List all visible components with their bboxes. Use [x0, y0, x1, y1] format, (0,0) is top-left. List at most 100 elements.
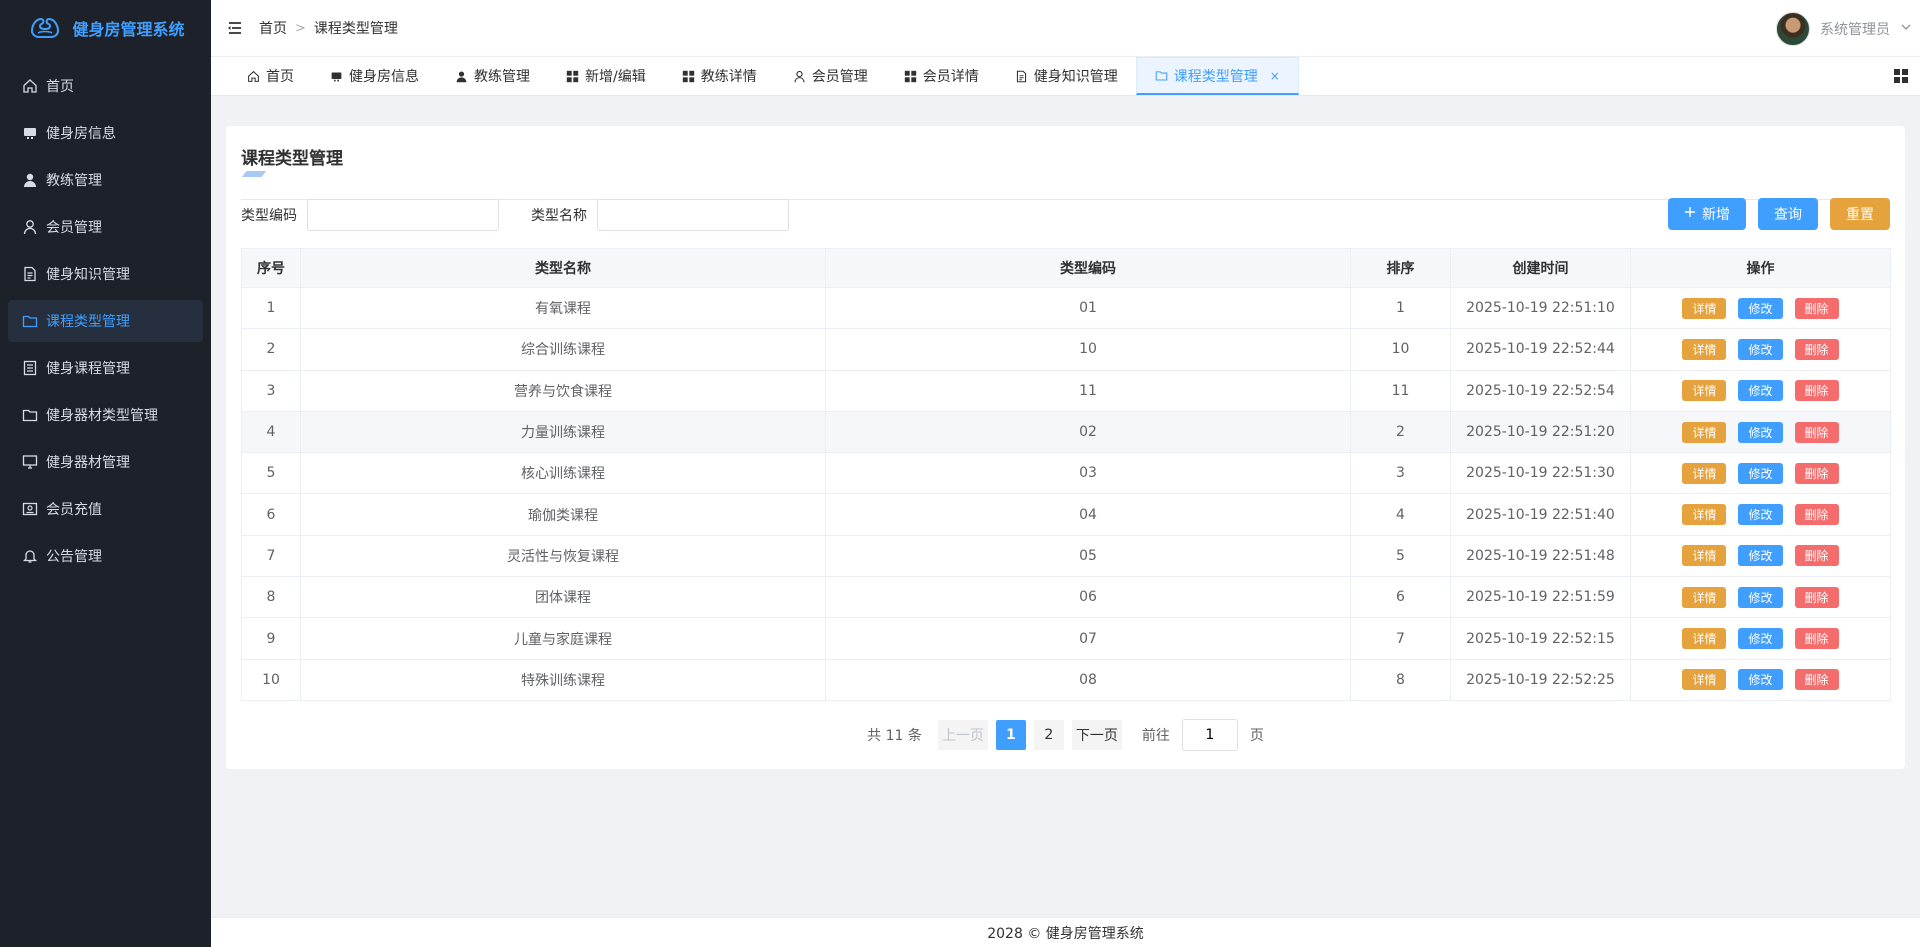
delete-button[interactable]: 删除	[1794, 421, 1839, 443]
grid-icon	[682, 70, 695, 83]
sidebar: 健身房管理系统 首页健身房信息教练管理会员管理健身知识管理 课程类型管理 健身课程管…	[0, 0, 211, 947]
table-row: 2 综合训练课程 10 10 2025-10-19 22:52:44 详情 修改 删除	[241, 328, 1891, 371]
delete-button[interactable]: 删除	[1794, 545, 1839, 567]
page-button-1[interactable]: 1	[995, 720, 1026, 750]
edit-button[interactable]: 修改	[1738, 545, 1783, 567]
tab-label: 健身知识管理	[1033, 69, 1118, 85]
page-button-2[interactable]: 2	[1033, 720, 1064, 750]
detail-button[interactable]: 详情	[1682, 421, 1727, 443]
user-name[interactable]: 系统管理员	[1820, 19, 1890, 39]
delete-button[interactable]: 删除	[1794, 297, 1839, 319]
user-menu[interactable]: 系统管理员	[1776, 12, 1912, 46]
tab-label: 健身房信息	[349, 69, 419, 85]
cell-sort: 4	[1350, 493, 1451, 536]
tab-9[interactable]: 课程类型管理 ×	[1135, 57, 1299, 95]
detail-button[interactable]: 详情	[1682, 504, 1727, 526]
cell-created: 2025-10-19 22:52:54	[1450, 369, 1631, 412]
detail-button[interactable]: 详情	[1682, 545, 1727, 567]
type-code-input[interactable]	[307, 199, 499, 231]
chevron-down-icon[interactable]	[1900, 21, 1912, 37]
tab-label: 教练详情	[700, 69, 757, 85]
sidebar-item-7[interactable]: 健身课程管理	[8, 347, 203, 389]
breadcrumb-home[interactable]: 首页	[259, 18, 287, 38]
tab-2[interactable]: 健身房信息	[312, 57, 437, 95]
sidebar-item-1[interactable]: 首页	[8, 65, 203, 107]
title-underline-decoration	[233, 171, 285, 177]
top-header: 首页 > 课程类型管理 系统管理员	[211, 0, 1920, 57]
tab-3[interactable]: 教练管理	[437, 57, 548, 95]
sidebar-item-3[interactable]: 教练管理	[8, 159, 203, 201]
type-name-input[interactable]	[597, 199, 789, 231]
table-row: 4 力量训练课程 02 2 2025-10-19 22:51:20 详情 修改 删除	[241, 410, 1891, 454]
detail-button[interactable]: 详情	[1682, 586, 1727, 608]
edit-button[interactable]: 修改	[1738, 338, 1783, 360]
sidebar-item-9[interactable]: 健身器材管理	[8, 441, 203, 483]
table-row: 10 特殊训练课程 08 8 2025-10-19 22:52:25 详情 修改 删除	[241, 658, 1891, 701]
pagination: 共 11 条 上一页 1 2 下一页 前往 页	[226, 719, 1905, 751]
delete-button[interactable]: 删除	[1794, 462, 1839, 484]
edit-button[interactable]: 修改	[1738, 421, 1783, 443]
goto-page-input[interactable]	[1181, 719, 1238, 751]
reset-button[interactable]: 重置	[1830, 198, 1890, 230]
edit-button[interactable]: 修改	[1738, 462, 1783, 484]
cell-name: 核心训练课程	[300, 452, 826, 495]
tab-label: 教练管理	[474, 69, 530, 85]
tab-8[interactable]: 健身知识管理	[997, 57, 1136, 95]
cell-name: 瑜伽类课程	[300, 493, 826, 536]
table-row: 3 营养与饮食课程 11 11 2025-10-19 22:52:54 详情 修改 删除	[241, 369, 1891, 412]
collapse-menu-icon[interactable]	[227, 19, 245, 37]
table-row: 7 灵活性与恢复课程 05 5 2025-10-19 22:51:48 详情 修改 删除	[241, 534, 1891, 578]
folder-icon	[22, 407, 38, 423]
delete-button[interactable]: 删除	[1794, 628, 1839, 650]
cell-index: 2	[241, 328, 301, 371]
cell-name: 团体课程	[300, 576, 826, 619]
type-code-label: 类型编码	[241, 208, 297, 224]
detail-button[interactable]: 详情	[1682, 628, 1727, 650]
detail-button[interactable]: 详情	[1682, 380, 1727, 402]
avatar[interactable]	[1776, 12, 1810, 46]
edit-button[interactable]: 修改	[1738, 380, 1783, 402]
cell-index: 10	[241, 658, 301, 701]
edit-button[interactable]: 修改	[1738, 586, 1783, 608]
edit-button[interactable]: 修改	[1738, 504, 1783, 526]
next-page-button[interactable]: 下一页	[1071, 720, 1122, 750]
tab-6[interactable]: 会员管理	[775, 57, 886, 95]
close-tab-icon[interactable]: ×	[1270, 69, 1280, 83]
sidebar-item-5[interactable]: 健身知识管理	[8, 253, 203, 295]
edit-button[interactable]: 修改	[1738, 669, 1783, 691]
sidebar-item-6[interactable]: 课程类型管理	[8, 300, 203, 342]
delete-button[interactable]: 删除	[1794, 338, 1839, 360]
brand: 健身房管理系统	[0, 0, 211, 56]
prev-page-button[interactable]: 上一页	[937, 720, 988, 750]
cell-created: 2025-10-19 22:51:30	[1450, 452, 1631, 495]
edit-button[interactable]: 修改	[1738, 297, 1783, 319]
detail-button[interactable]: 详情	[1682, 338, 1727, 360]
delete-button[interactable]: 删除	[1794, 504, 1839, 526]
home-icon	[22, 78, 38, 94]
sidebar-item-8[interactable]: 健身器材类型管理	[8, 394, 203, 436]
cell-sort: 11	[1350, 369, 1451, 412]
tab-5[interactable]: 教练详情	[664, 57, 775, 95]
table-row: 5 核心训练课程 03 3 2025-10-19 22:51:30 详情 修改 删除	[241, 452, 1891, 495]
cell-code: 07	[825, 617, 1351, 660]
detail-button[interactable]: 详情	[1682, 462, 1727, 484]
delete-button[interactable]: 删除	[1794, 380, 1839, 402]
detail-button[interactable]: 详情	[1682, 297, 1727, 319]
edit-button[interactable]: 修改	[1738, 628, 1783, 650]
detail-button[interactable]: 详情	[1682, 669, 1727, 691]
delete-button[interactable]: 删除	[1794, 586, 1839, 608]
sidebar-item-2[interactable]: 健身房信息	[8, 112, 203, 154]
delete-button[interactable]: 删除	[1794, 669, 1839, 691]
sidebar-item-10[interactable]: 会员充值	[8, 488, 203, 530]
add-button[interactable]: 新增	[1668, 198, 1746, 230]
tabs-grid-menu-icon[interactable]	[1894, 69, 1908, 83]
tab-1[interactable]: 首页	[229, 57, 312, 95]
tab-4[interactable]: 新增/编辑	[548, 57, 664, 95]
search-button[interactable]: 查询	[1758, 198, 1818, 230]
sidebar-item-11[interactable]: 公告管理	[8, 535, 203, 577]
tab-7[interactable]: 会员详情	[886, 57, 997, 95]
page-title: 课程类型管理	[233, 144, 343, 177]
cell-actions: 详情 修改 删除	[1630, 369, 1891, 412]
sidebar-item-4[interactable]: 会员管理	[8, 206, 203, 248]
document-icon	[1015, 70, 1028, 83]
